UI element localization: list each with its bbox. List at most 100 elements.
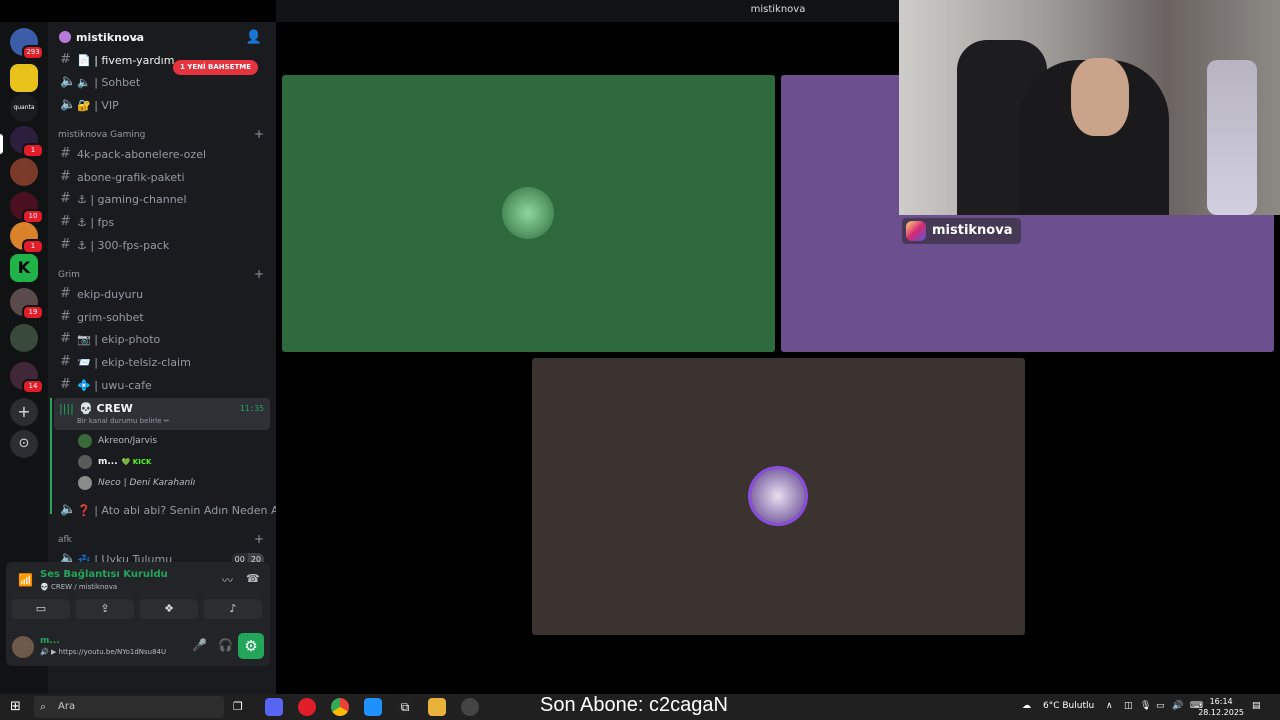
- signal-icon[interactable]: 📶: [18, 573, 33, 587]
- opera-taskbar-icon[interactable]: [298, 698, 316, 716]
- display-tray-icon[interactable]: ▭: [1156, 701, 1165, 711]
- invite-people-icon[interactable]: 👤: [246, 30, 262, 45]
- server-icon-4[interactable]: 10: [10, 192, 44, 224]
- user-avatar[interactable]: [12, 636, 34, 658]
- channel-label: 📄 | fivem-yardım: [77, 54, 175, 67]
- soundboard-button[interactable]: ♪: [204, 599, 262, 619]
- participant-tile-brown[interactable]: [532, 358, 1025, 635]
- hash-icon: #: [60, 214, 71, 229]
- clock-time: 16:14: [1209, 697, 1233, 706]
- channel-label: 4k-pack-abonelere-ozel: [77, 148, 207, 161]
- channel-sohbet[interactable]: 🔈 🔈 | Sohbet: [54, 71, 270, 93]
- notifications-icon[interactable]: ▤: [1252, 701, 1261, 711]
- channel-item[interactable]: # 💠 | uwu-cafe: [54, 374, 270, 396]
- channel-item[interactable]: #4k-pack-abonelere-ozel: [54, 143, 270, 165]
- camera-button[interactable]: ▭: [12, 599, 70, 619]
- server-icon-9[interactable]: 14: [10, 362, 44, 394]
- member-name: Neco | Deni Karahanlı: [98, 478, 196, 488]
- hash-icon: #: [60, 237, 71, 252]
- mic-tray-icon[interactable]: 🎙: [1140, 701, 1151, 711]
- server-icon-1[interactable]: [10, 64, 38, 92]
- dm-badge: 293: [22, 45, 44, 60]
- channel-vip[interactable]: 🔈 🔐 | VIP: [54, 94, 270, 116]
- channel-item[interactable]: # ⚓ | fps: [54, 211, 270, 233]
- windows-taskbar: ⊞ ⌕ Ara ❐ ⧉ Son Abone: c2cagaN ☁ 6°C Bul…: [0, 694, 1280, 720]
- system-clock[interactable]: 16:14 28.12.2025: [1198, 696, 1244, 718]
- weather-text[interactable]: 6°C Bulutlu: [1043, 701, 1094, 711]
- member-name: Akreon/Jarvis: [98, 436, 158, 446]
- channel-item[interactable]: # ⚓ | 300-fps-pack: [54, 234, 270, 256]
- voice-wave-icon: ||||: [59, 402, 74, 415]
- avatar: [78, 434, 92, 448]
- channel-label: ⚓ | 300-fps-pack: [77, 239, 170, 252]
- last-subscriber-overlay: Son Abone: c2cagaN: [540, 694, 728, 716]
- server-icon-mistiknova[interactable]: 1: [10, 126, 44, 158]
- chevron-up-icon[interactable]: ∧: [1106, 701, 1113, 711]
- channel-label: 📷 | ekip-photo: [77, 333, 161, 346]
- tray-app-icon[interactable]: ◫: [1124, 701, 1133, 711]
- headphones-icon[interactable]: 🎧: [218, 638, 233, 652]
- instagram-overlay: mistiknova: [902, 218, 1021, 244]
- channel-label: abone-grafik-paketi: [77, 171, 185, 184]
- channel-item[interactable]: # abone-grafik-paketi: [54, 166, 270, 188]
- direct-messages-icon[interactable]: 293: [10, 28, 44, 60]
- user-name[interactable]: m...: [40, 636, 60, 646]
- obs-taskbar-icon[interactable]: [461, 698, 479, 716]
- channel-item[interactable]: # 📷 | ekip-photo: [54, 328, 270, 350]
- selected-indicator: [0, 134, 3, 154]
- channel-label: ekip-duyuru: [77, 288, 144, 301]
- server-icon-7[interactable]: 19: [10, 288, 44, 320]
- category-gaming[interactable]: mistiknova Gaming: [58, 130, 145, 140]
- volume-icon[interactable]: 🔊: [1172, 701, 1183, 711]
- channel-label: 📨 | ekip-telsiz-claim: [77, 356, 191, 369]
- channel-status[interactable]: Bir kanal durumu belirle ✏: [77, 417, 170, 425]
- discord-taskbar-icon[interactable]: [265, 698, 283, 716]
- voice-channel-crew[interactable]: |||| 💀 CREW Bir kanal durumu belirle ✏ 1…: [54, 398, 270, 430]
- task-view-icon[interactable]: ❐: [233, 700, 243, 713]
- settings-gear-icon[interactable]: ⚙: [238, 633, 264, 659]
- channel-item[interactable]: # ⚓ | gaming-channel: [54, 188, 270, 210]
- server-icon-8[interactable]: [10, 324, 38, 352]
- category-grim[interactable]: Grim: [58, 270, 80, 280]
- discover-icon[interactable]: ⊙: [10, 430, 38, 458]
- screen-share-button[interactable]: ⇪: [76, 599, 134, 619]
- server-icon-5[interactable]: 1: [10, 222, 44, 254]
- member-name: m... 💚 KICK: [98, 457, 151, 467]
- speaker-icon: 🔈: [60, 502, 77, 517]
- add-server-icon[interactable]: +: [10, 398, 38, 426]
- channel-ato[interactable]: 🔈❓ | Ato abi abi? Senin Adın Neden Ato..…: [54, 499, 276, 521]
- voice-connected-line: [50, 398, 52, 514]
- microphone-icon[interactable]: 🎤: [192, 638, 207, 652]
- taskbar-search[interactable]: ⌕ Ara: [34, 696, 224, 718]
- hash-icon: #: [60, 286, 71, 301]
- channel-item[interactable]: # grim-sohbet: [54, 306, 270, 328]
- category-afk[interactable]: afk: [58, 535, 72, 545]
- add-channel-icon[interactable]: +: [254, 127, 264, 141]
- chrome-taskbar-icon[interactable]: [331, 698, 349, 716]
- capcut-taskbar-icon[interactable]: ⧉: [396, 698, 414, 716]
- participant-avatar-speaking: [751, 469, 805, 523]
- avatar: [78, 476, 92, 490]
- channel-label: 💀 CREW: [79, 402, 133, 415]
- weather-icon[interactable]: ☁: [1022, 701, 1031, 711]
- server-icon-3[interactable]: [10, 158, 38, 186]
- hash-icon: #: [60, 52, 71, 67]
- noise-suppression-icon[interactable]: 〰: [222, 572, 233, 588]
- channel-item[interactable]: # 📨 | ekip-telsiz-claim: [54, 351, 270, 373]
- file-explorer-icon[interactable]: [428, 698, 446, 716]
- disconnect-icon[interactable]: ☎: [246, 572, 260, 585]
- clock-date: 28.12.2025: [1198, 708, 1244, 717]
- server-badge: 1: [22, 143, 44, 158]
- app-taskbar-icon[interactable]: [364, 698, 382, 716]
- kick-server-icon[interactable]: K: [10, 254, 38, 282]
- windows-start-icon[interactable]: ⊞: [10, 699, 21, 714]
- channel-label: grim-sohbet: [77, 311, 144, 324]
- add-channel-icon[interactable]: +: [254, 267, 264, 281]
- activities-button[interactable]: ❖: [140, 599, 198, 619]
- add-channel-icon[interactable]: +: [254, 532, 264, 546]
- voice-status[interactable]: Ses Bağlantısı Kuruldu: [40, 569, 168, 580]
- server-icon-quanta[interactable]: quanta: [10, 94, 38, 122]
- channel-item[interactable]: # ekip-duyuru: [54, 283, 270, 305]
- participant-tile-green[interactable]: [282, 75, 775, 352]
- voice-channel-path[interactable]: 💀 CREW / mistiknova: [40, 583, 117, 591]
